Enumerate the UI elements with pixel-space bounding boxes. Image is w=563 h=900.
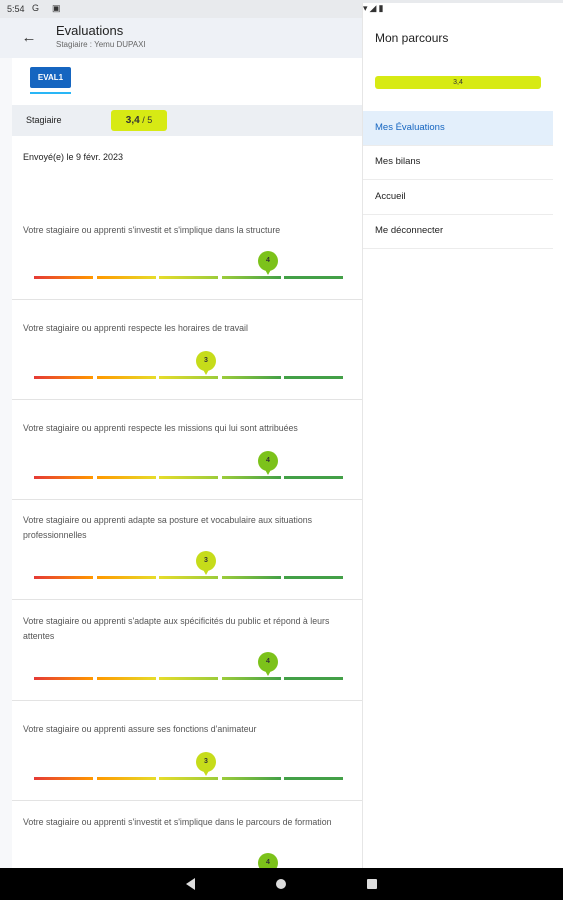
rating-scale [34, 777, 343, 780]
evaluation-question-card: Votre stagiaire ou apprenti respecte les… [12, 300, 362, 400]
sidebar-item-me-deconnecter[interactable]: Me déconnecter [363, 214, 553, 249]
sidebar-item-accueil[interactable]: Accueil [363, 180, 553, 215]
rating-scale [34, 677, 343, 680]
nav-home-icon[interactable] [276, 879, 286, 889]
evaluation-question-card: Votre stagiaire ou apprenti s'adapte aux… [12, 601, 362, 701]
tab-eval1[interactable]: EVAL1 [30, 67, 71, 88]
page-subtitle: Stagiaire : Yemu DUPAXI [56, 40, 146, 49]
score-value: 3,4 [125, 115, 140, 126]
app-bar: ← Evaluations Stagiaire : Yemu DUPAXI [0, 18, 362, 58]
rating-scale-segment [34, 576, 93, 579]
rating-scale-segment [284, 376, 343, 379]
rating-scale-segment [284, 576, 343, 579]
score-row: Stagiaire 3,4 / 5 [12, 105, 362, 136]
nav-recents-icon[interactable] [367, 879, 377, 889]
rating-scale [34, 576, 343, 579]
rating-value: 4 [258, 251, 278, 271]
rating-value: 4 [258, 853, 278, 868]
question-text: Votre stagiaire ou apprenti adapte sa po… [23, 515, 313, 540]
evaluation-question-card: Votre stagiaire ou apprenti s'investit e… [12, 200, 362, 300]
question-text: Votre stagiaire ou apprenti s'adapte aux… [23, 616, 330, 641]
evaluation-question-card: Votre stagiaire ou apprenti assure ses f… [12, 701, 362, 801]
rating-scale [34, 276, 343, 279]
g-icon: G [32, 3, 40, 13]
rating-scale-segment [284, 276, 343, 279]
evaluation-question-card: Votre stagiaire ou apprenti respecte les… [12, 400, 362, 500]
question-text: Votre stagiaire ou apprenti respecte les… [23, 423, 298, 433]
sidebar: Mon parcours 3,4 Mes Évaluations Mes bil… [362, 18, 563, 868]
rating-scale-segment [34, 777, 93, 780]
progress-bar: 3,4 [375, 76, 541, 89]
rating-scale [34, 376, 343, 379]
rating-scale-segment [96, 677, 156, 680]
sent-date: Envoyé(e) le 9 févr. 2023 [23, 152, 124, 162]
rating-scale-segment [159, 276, 218, 279]
rating-marker-icon: 3 [196, 551, 216, 577]
rating-scale-segment [284, 777, 343, 780]
rating-scale-segment [34, 677, 93, 680]
rating-scale-segment [34, 376, 93, 379]
rating-marker-icon: 3 [196, 351, 216, 377]
question-text: Votre stagiaire ou apprenti s'investit e… [23, 817, 332, 827]
tab-indicator [30, 92, 71, 94]
sidebar-title: Mon parcours [375, 31, 449, 45]
rating-scale-segment [284, 476, 343, 479]
rating-scale-segment [96, 376, 156, 379]
score-max: / 5 [139, 115, 153, 125]
rating-scale-segment [159, 677, 218, 680]
rating-scale-segment [284, 677, 343, 680]
rating-marker-icon: 4 [258, 451, 278, 477]
evaluation-panel: ← Evaluations Stagiaire : Yemu DUPAXI EV… [0, 18, 362, 868]
back-arrow-icon[interactable]: ← [18, 27, 40, 49]
rating-value: 4 [258, 451, 278, 471]
nav-back-icon[interactable] [186, 878, 195, 890]
sidebar-item-mes-evaluations[interactable]: Mes Évaluations [363, 111, 553, 146]
rating-scale-segment [221, 376, 281, 379]
evaluation-question-card: Votre stagiaire ou apprenti adapte sa po… [12, 500, 362, 600]
rating-value: 3 [196, 351, 216, 371]
rating-marker-icon: 3 [196, 752, 216, 778]
rating-scale-segment [34, 476, 93, 479]
rating-scale-segment [34, 276, 93, 279]
rating-scale [34, 476, 343, 479]
question-text: Votre stagiaire ou apprenti assure ses f… [23, 724, 257, 734]
question-text: Votre stagiaire ou apprenti s'investit e… [23, 225, 281, 235]
page-title: Evaluations [56, 23, 124, 38]
rating-scale-segment [159, 476, 218, 479]
score-badge: 3,4 / 5 [111, 110, 167, 131]
rating-scale-segment [96, 476, 156, 479]
sidebar-item-mes-bilans[interactable]: Mes bilans [363, 145, 553, 180]
question-text: Votre stagiaire ou apprenti respecte les… [23, 323, 248, 333]
rating-marker-icon: 4 [258, 251, 278, 277]
battery-icon: ▮ [378, 3, 386, 13]
status-time: 5:54 [7, 4, 25, 14]
rating-scale-segment [96, 276, 156, 279]
score-label: Stagiaire [26, 115, 62, 125]
evaluation-content[interactable]: EVAL1 Stagiaire 3,4 / 5 Envoyé(e) le 9 f… [12, 58, 362, 868]
evaluation-question-card: Votre stagiaire ou apprenti s'investit e… [12, 802, 362, 868]
system-nav-bar [0, 868, 563, 900]
status-bar: 5:54 G ▣ ▾◢▮ [0, 0, 563, 853]
rating-marker-icon: 4 [258, 652, 278, 678]
rating-value: 3 [196, 551, 216, 571]
rating-scale-segment [96, 777, 156, 780]
rating-scale-segment [221, 777, 281, 780]
rating-marker-icon: 4 [258, 853, 278, 868]
rating-scale-segment [221, 576, 281, 579]
rating-value: 4 [258, 652, 278, 672]
doc-icon: ▣ [52, 3, 61, 13]
rating-scale-segment [96, 576, 156, 579]
rating-value: 3 [196, 752, 216, 772]
